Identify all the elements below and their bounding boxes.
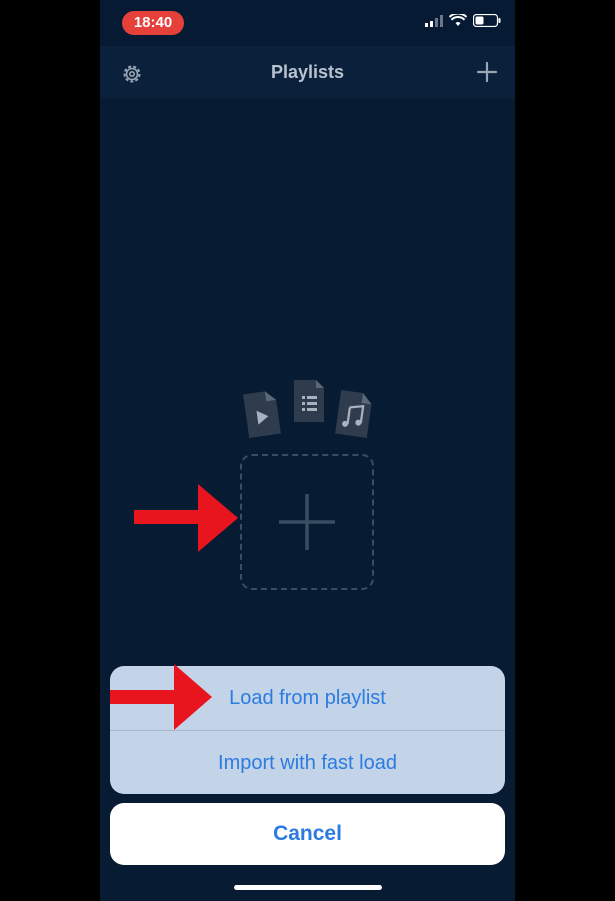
import-fast-load-button[interactable]: Import with fast load [110,731,505,794]
annotation-arrow-icon [110,664,212,730]
status-icons [425,14,501,27]
cellular-signal-icon [425,14,443,27]
battery-icon [473,14,501,27]
add-playlist-button[interactable] [475,60,499,84]
nav-bar: Playlists [100,46,515,98]
status-time: 18:40 [122,11,184,35]
status-bar: 18:40 [100,0,515,46]
annotation-arrow-icon [134,484,238,552]
list-file-icon [294,380,324,422]
video-file-icon [243,391,281,439]
phone-screen: 18:40 Playlists Load from playlist Impor… [100,0,515,901]
home-indicator [234,885,382,890]
page-title: Playlists [270,62,345,82]
add-playlist-dropzone[interactable] [240,454,374,590]
file-types-illustration [243,380,372,439]
music-file-icon [335,389,372,439]
cancel-button[interactable]: Cancel [110,803,505,865]
wifi-icon [449,14,467,26]
plus-icon [279,494,335,550]
